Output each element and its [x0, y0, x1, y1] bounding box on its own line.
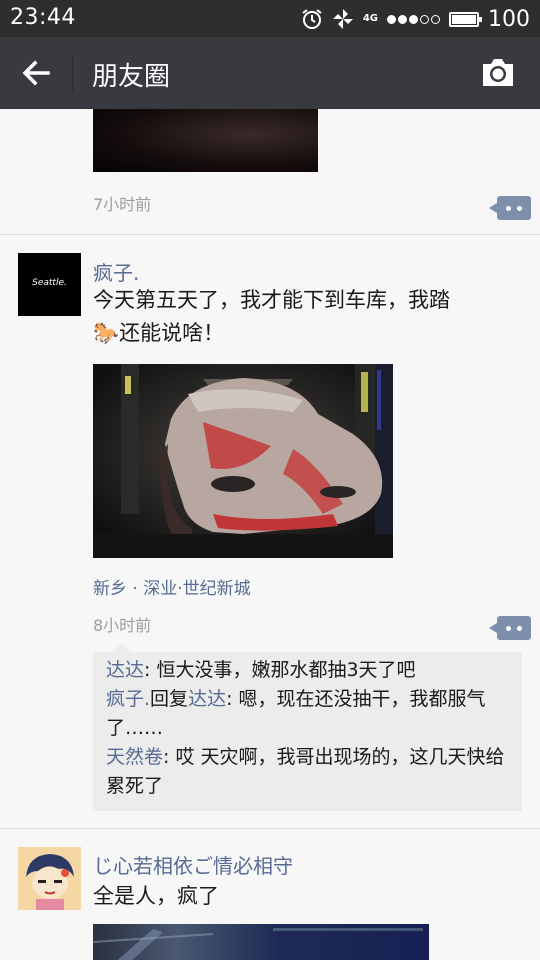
- comment-reply-to[interactable]: 达达: [188, 688, 226, 710]
- comment-author[interactable]: 天然卷: [106, 746, 163, 768]
- post-divider: [0, 828, 540, 829]
- comment-button[interactable]: [489, 616, 531, 640]
- post-location[interactable]: 新乡 · 深业·世纪新城: [93, 574, 251, 599]
- post-text-line: 今天第五天了，我才能下到车库，我踏: [93, 288, 450, 312]
- status-bar: 23:44 4G 100: [0, 0, 540, 37]
- post-photo[interactable]: [93, 109, 318, 172]
- camera-icon[interactable]: [480, 57, 516, 89]
- comment-item[interactable]: 疯子.回复达达: 嗯，现在还没抽干，我都服气了……: [106, 685, 510, 743]
- post-text-line: 还能说啥！: [119, 321, 225, 345]
- signal-strength: [387, 14, 440, 24]
- post-username[interactable]: じ心若相依ご情必相守: [93, 850, 293, 879]
- alarm-icon: [301, 8, 323, 30]
- post-divider: [0, 234, 540, 235]
- battery-icon: [449, 11, 482, 27]
- comment-item[interactable]: 达达: 恒大没事，嫩那水都抽3天了吧: [106, 656, 510, 685]
- post-text: 全是人，疯了: [93, 884, 219, 908]
- nav-divider: [72, 55, 73, 91]
- post-text: 今天第五天了，我才能下到车库，我踏 🐎还能说啥！: [93, 284, 513, 350]
- comment-button[interactable]: [489, 196, 531, 220]
- avatar[interactable]: Seattle.: [18, 253, 81, 316]
- nav-bar: 朋友圈: [0, 37, 540, 109]
- comment-text: 恒大没事，嫩那水都抽3天了吧: [156, 659, 416, 681]
- page-title: 朋友圈: [92, 62, 171, 92]
- avatar[interactable]: [18, 847, 81, 910]
- post-timestamp: 8小时前: [93, 616, 152, 635]
- comment-author[interactable]: 疯子.: [106, 688, 150, 710]
- pinwheel-icon: [332, 8, 354, 30]
- post-photo[interactable]: [93, 364, 393, 558]
- post-timestamp: 7小时前: [93, 195, 152, 214]
- avatar-text: Seattle.: [32, 278, 67, 288]
- comment-author[interactable]: 达达: [106, 659, 144, 681]
- battery-level: 100: [488, 6, 530, 32]
- comment-list: 达达: 恒大没事，嫩那水都抽3天了吧 疯子.回复达达: 嗯，现在还没抽干，我都服…: [93, 643, 522, 811]
- post-photo[interactable]: [93, 924, 429, 960]
- horse-emoji: 🐎: [93, 321, 120, 345]
- post-username[interactable]: 疯子.: [93, 257, 139, 286]
- reply-word: 回复: [150, 688, 189, 710]
- status-time: 23:44: [10, 5, 76, 30]
- comment-item[interactable]: 天然卷: 哎 天灾啊，我哥出现场的，这几天快给累死了: [106, 743, 510, 801]
- network-type: 4G: [362, 12, 378, 24]
- moments-feed[interactable]: 7小时前 Seattle. 疯子. 今天第五天了，我才能下到车库，我踏 🐎还能说…: [0, 109, 540, 960]
- arrow-left-icon[interactable]: [18, 56, 56, 90]
